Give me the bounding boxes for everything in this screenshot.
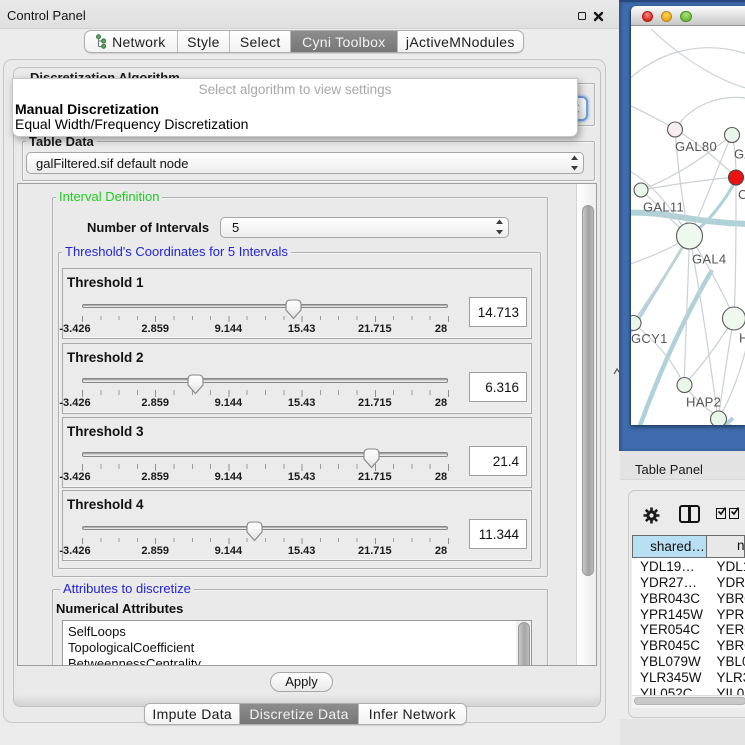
svg-text:GAL4: GAL4 [692,252,726,267]
svg-text:GAL80: GAL80 [675,139,717,154]
svg-text:C: C [738,187,745,202]
svg-text:GCY1: GCY1 [631,331,668,346]
svg-text:H: H [739,331,745,346]
svg-text:HAP2: HAP2 [686,395,721,410]
svg-text:GAL7: GAL7 [734,147,745,162]
svg-text:GAL11: GAL11 [643,200,684,215]
